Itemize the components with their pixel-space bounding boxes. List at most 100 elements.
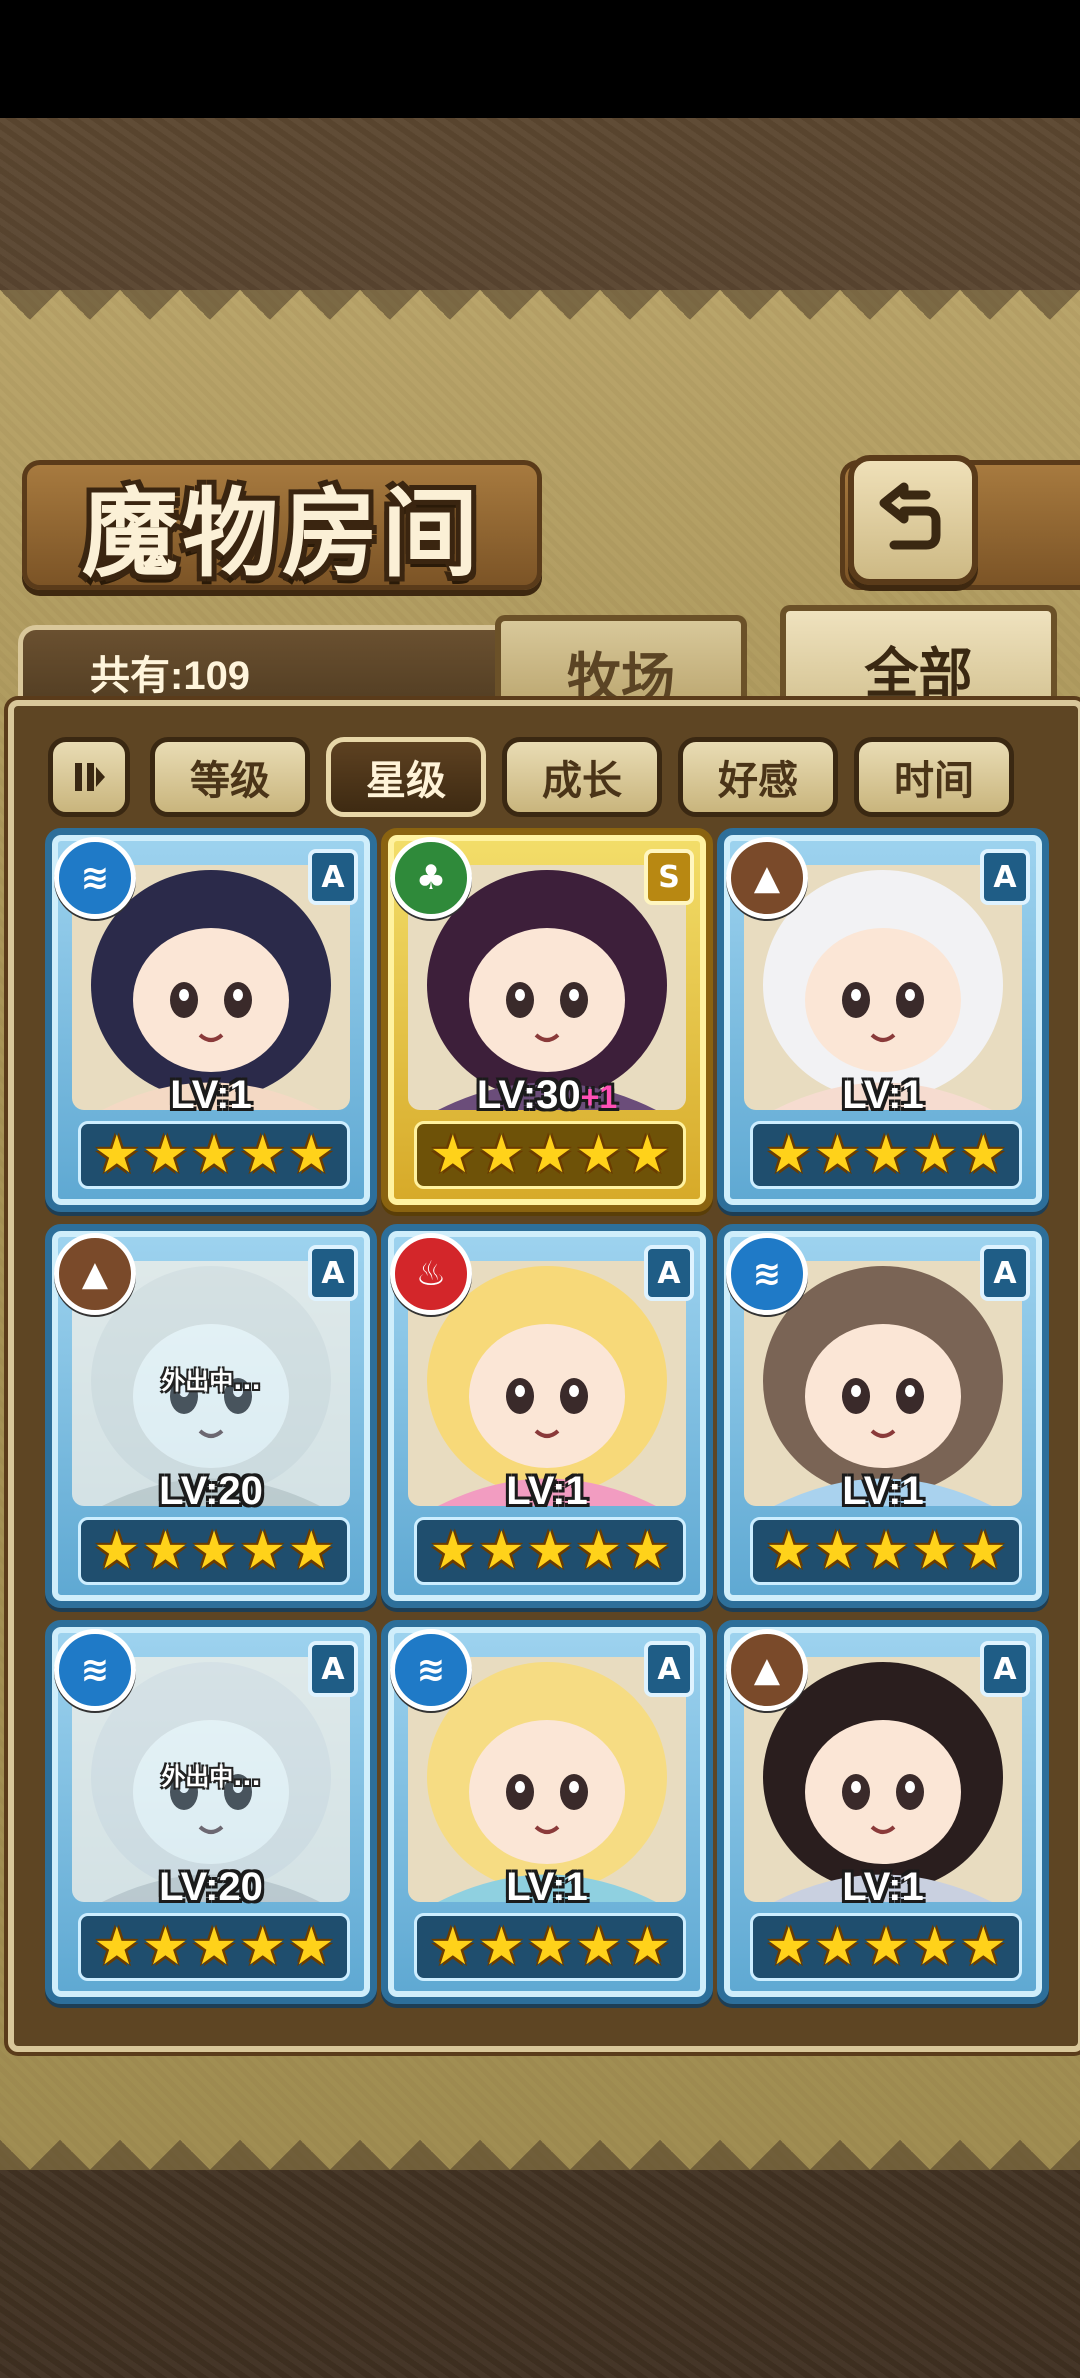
monster-card[interactable]: ♣ S LV:30+1 ★ ★ ★ ★ ★ bbox=[381, 828, 713, 1212]
star-icon: ★ bbox=[862, 1521, 910, 1581]
water-element-icon: ≋ bbox=[726, 1233, 808, 1315]
earth-element-icon: ▲ bbox=[726, 837, 808, 919]
parchment-edge-top bbox=[0, 290, 1080, 350]
level-value: LV:20 bbox=[159, 1865, 263, 1909]
star-icon: ★ bbox=[526, 1917, 574, 1977]
level-value: LV:20 bbox=[159, 1469, 263, 1513]
star-icon: ★ bbox=[93, 1521, 141, 1581]
monster-card[interactable]: ≋ A LV:1 ★ ★ ★ ★ ★ bbox=[381, 1620, 713, 2004]
back-arrow-icon bbox=[879, 482, 941, 550]
sort-order-icon bbox=[75, 763, 105, 791]
earth-element-icon: ▲ bbox=[726, 1629, 808, 1711]
star-icon: ★ bbox=[526, 1521, 574, 1581]
level-label: LV:1 bbox=[388, 1469, 706, 1514]
monster-card[interactable]: ♨ A LV:1 ★ ★ ★ ★ ★ bbox=[381, 1224, 713, 1608]
star-rating: ★ ★ ★ ★ ★ bbox=[750, 1517, 1022, 1585]
star-rating: ★ ★ ★ ★ ★ bbox=[750, 1121, 1022, 1189]
rank-badge: A bbox=[308, 1245, 358, 1301]
star-icon: ★ bbox=[765, 1917, 813, 1977]
star-icon: ★ bbox=[478, 1125, 525, 1185]
away-status: 外出中... bbox=[161, 1763, 261, 1791]
level-value: LV:1 bbox=[506, 1469, 588, 1513]
star-icon: ★ bbox=[575, 1125, 622, 1185]
star-rating: ★ ★ ★ ★ ★ bbox=[414, 1121, 686, 1189]
away-status: 外出中... bbox=[161, 1367, 261, 1395]
star-rating: ★ ★ ★ ★ ★ bbox=[78, 1121, 350, 1189]
rank-badge: A bbox=[644, 1641, 694, 1697]
level-value: LV:1 bbox=[842, 1073, 924, 1117]
filter-affection[interactable]: 好感 bbox=[678, 737, 838, 817]
star-icon: ★ bbox=[239, 1125, 286, 1185]
star-icon: ★ bbox=[623, 1917, 671, 1977]
star-rating: ★ ★ ★ ★ ★ bbox=[414, 1913, 686, 1981]
star-icon: ★ bbox=[862, 1917, 910, 1977]
rank-badge: A bbox=[980, 1641, 1030, 1697]
rank-badge: S bbox=[644, 849, 694, 905]
star-icon: ★ bbox=[814, 1917, 861, 1977]
level-value: LV:30 bbox=[476, 1073, 581, 1117]
filter-growth[interactable]: 成长 bbox=[502, 737, 662, 817]
level-label: LV:1 bbox=[724, 1073, 1042, 1118]
star-rating: ★ ★ ★ ★ ★ bbox=[750, 1913, 1022, 1981]
filter-time[interactable]: 时间 bbox=[854, 737, 1014, 817]
sort-order-button[interactable] bbox=[48, 737, 130, 817]
fire-element-icon: ♨ bbox=[390, 1233, 472, 1315]
star-rating: ★ ★ ★ ★ ★ bbox=[414, 1517, 686, 1585]
star-icon: ★ bbox=[93, 1125, 141, 1185]
level-value: LV:1 bbox=[506, 1865, 588, 1909]
rank-badge: A bbox=[308, 1641, 358, 1697]
status-bar bbox=[0, 0, 1080, 118]
star-icon: ★ bbox=[287, 1521, 335, 1581]
star-rating: ★ ★ ★ ★ ★ bbox=[78, 1517, 350, 1585]
star-icon: ★ bbox=[765, 1521, 813, 1581]
monster-card[interactable]: ≋ A LV:1 ★ ★ ★ ★ ★ bbox=[717, 1224, 1049, 1608]
star-icon: ★ bbox=[575, 1521, 622, 1581]
star-icon: ★ bbox=[814, 1521, 861, 1581]
monster-card[interactable]: ≋ A 外出中... LV:20 ★ ★ ★ ★ ★ bbox=[45, 1620, 377, 2004]
monster-card[interactable]: ≋ A LV:1 ★ ★ ★ ★ ★ bbox=[45, 828, 377, 1212]
filter-star[interactable]: 星级 bbox=[326, 737, 486, 817]
level-value: LV:1 bbox=[842, 1469, 924, 1513]
star-icon: ★ bbox=[623, 1125, 671, 1185]
star-icon: ★ bbox=[287, 1917, 335, 1977]
wood-element-icon: ♣ bbox=[390, 837, 472, 919]
level-label: LV:1 bbox=[724, 1865, 1042, 1910]
star-icon: ★ bbox=[287, 1125, 335, 1185]
level-label: LV:20 bbox=[52, 1865, 370, 1910]
star-icon: ★ bbox=[575, 1917, 622, 1977]
rank-badge: A bbox=[308, 849, 358, 905]
star-icon: ★ bbox=[429, 1125, 477, 1185]
filter-level[interactable]: 等级 bbox=[150, 737, 310, 817]
monster-card[interactable]: ▲ A LV:1 ★ ★ ★ ★ ★ bbox=[717, 1620, 1049, 2004]
parchment-edge-bottom bbox=[0, 2110, 1080, 2170]
monster-card[interactable]: ▲ A 外出中... LV:20 ★ ★ ★ ★ ★ bbox=[45, 1224, 377, 1608]
star-icon: ★ bbox=[142, 1125, 189, 1185]
filter-bar: 等级 星级 成长 好感 时间 bbox=[48, 737, 1048, 817]
star-rating: ★ ★ ★ ★ ★ bbox=[78, 1913, 350, 1981]
star-icon: ★ bbox=[959, 1521, 1007, 1581]
water-element-icon: ≋ bbox=[390, 1629, 472, 1711]
water-element-icon: ≋ bbox=[54, 1629, 136, 1711]
title-plate: 魔物房间 bbox=[22, 460, 542, 590]
star-icon: ★ bbox=[959, 1917, 1007, 1977]
star-icon: ★ bbox=[239, 1521, 286, 1581]
back-button[interactable] bbox=[848, 455, 978, 585]
star-icon: ★ bbox=[142, 1917, 189, 1977]
star-icon: ★ bbox=[959, 1125, 1007, 1185]
monster-grid: ≋ A LV:1 ★ ★ ★ ★ ★ ♣ S LV:30+1 ★ ★ ★ ★ ★ ▲ A LV:1 ★ ★ ★ ★ ★ ▲ A 外出… bbox=[45, 828, 1049, 2008]
rank-badge: A bbox=[980, 1245, 1030, 1301]
level-value: LV:1 bbox=[170, 1073, 252, 1117]
star-icon: ★ bbox=[623, 1521, 671, 1581]
star-icon: ★ bbox=[911, 1125, 958, 1185]
star-icon: ★ bbox=[429, 1917, 477, 1977]
rank-badge: A bbox=[644, 1245, 694, 1301]
water-element-icon: ≋ bbox=[54, 837, 136, 919]
monster-card[interactable]: ▲ A LV:1 ★ ★ ★ ★ ★ bbox=[717, 828, 1049, 1212]
star-icon: ★ bbox=[911, 1917, 958, 1977]
level-label: LV:1 bbox=[52, 1073, 370, 1118]
star-icon: ★ bbox=[93, 1917, 141, 1977]
star-icon: ★ bbox=[190, 1521, 238, 1581]
level-value: LV:1 bbox=[842, 1865, 924, 1909]
star-icon: ★ bbox=[190, 1917, 238, 1977]
star-icon: ★ bbox=[765, 1125, 813, 1185]
